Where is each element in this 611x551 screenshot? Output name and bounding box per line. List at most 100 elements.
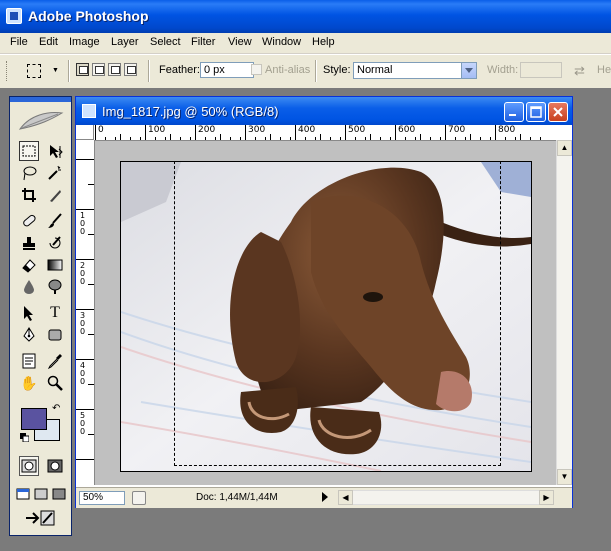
full-screen-mode-icon[interactable] [51,484,67,504]
width-label: Width: [487,64,519,76]
chevron-down-icon: ▼ [52,67,59,74]
menu-select[interactable]: Select [150,35,181,49]
ruler-x-label: 400 [298,125,316,135]
shape-tool-icon[interactable] [45,325,65,345]
antialias-checkbox[interactable] [251,64,262,75]
blur-tool-icon[interactable] [19,277,39,297]
crop-tool-icon[interactable] [19,185,39,205]
lasso-tool-icon[interactable] [19,163,39,183]
status-info-icon[interactable] [132,491,146,505]
status-bar: 50% Doc: 1,44M/1,44M ◀ ▶ [76,487,572,508]
standard-mode-icon[interactable] [19,456,39,476]
new-selection-button[interactable] [76,63,89,76]
foreground-color-swatch[interactable] [21,408,47,430]
close-button[interactable] [548,102,568,122]
vertical-ruler[interactable]: 1 0 0 2 0 0 3 0 0 4 0 0 5 0 0 [76,140,95,485]
ruler-x-label: 500 [348,125,366,135]
menu-file[interactable]: File [10,35,28,49]
zoom-input[interactable]: 50% [79,491,125,505]
feather-input[interactable]: 0 px [200,62,254,78]
dodge-tool-icon[interactable] [45,277,65,297]
divider [315,60,317,82]
menu-filter[interactable]: Filter [191,35,215,49]
menu-view[interactable]: View [228,35,252,49]
menu-edit[interactable]: Edit [39,35,58,49]
document-window: Img_1817.jpg @ 50% (RGB/8) 0 100 200 300… [75,96,573,508]
status-menu-arrow-icon[interactable] [322,492,328,502]
horizontal-ruler[interactable]: 0 100 200 300 400 500 600 700 800 [94,125,572,141]
divider [148,60,150,82]
style-select[interactable]: Normal [353,62,477,79]
jump-to-imageready-icon[interactable] [22,508,58,528]
path-selection-icon[interactable] [19,303,39,323]
scroll-up-icon[interactable]: ▲ [557,140,572,156]
feather-logo-icon[interactable] [18,109,64,133]
healing-brush-icon[interactable] [19,211,39,231]
canvas-area[interactable] [95,141,556,485]
menu-layer[interactable]: Layer [111,35,139,49]
eyedropper-icon[interactable] [45,351,65,371]
document-icon [82,104,96,118]
intersect-selection-button[interactable] [124,63,137,76]
style-label: Style: [323,64,351,76]
ruler-y-label: 4 0 0 [80,361,86,386]
zoom-tool-icon[interactable] [45,373,65,393]
tool-preset-picker[interactable]: ▼ [22,61,59,81]
options-grip[interactable] [6,61,10,81]
scroll-down-icon[interactable]: ▼ [557,469,572,485]
scroll-right-icon[interactable]: ▶ [539,490,554,505]
swap-colors-icon[interactable]: ↶ [52,403,60,414]
standard-screen-mode-icon[interactable] [15,484,31,504]
brush-tool-icon[interactable] [45,211,65,231]
options-bar: ▼ Feather: 0 px Anti-alias Style: Normal… [0,54,611,89]
magic-wand-icon[interactable] [45,163,65,183]
ruler-y-label: 2 0 0 [80,261,86,286]
antialias-label: Anti-alias [265,64,311,76]
height-label: He [597,64,611,76]
document-size-info: Doc: 1,44M/1,44M [196,492,278,503]
default-colors-icon[interactable] [20,433,29,442]
gradient-tool-icon[interactable] [45,255,65,275]
ruler-x-label: 800 [498,125,516,135]
width-input[interactable] [520,62,562,78]
pen-tool-icon[interactable] [19,325,39,345]
toolbox-title-bar[interactable] [10,97,71,102]
hand-tool-icon[interactable]: ✋ [19,373,39,393]
ruler-y-label: 5 0 0 [80,411,86,436]
ruler-y-label: 1 0 0 [80,211,86,236]
notes-tool-icon[interactable] [19,351,39,371]
selection-marquee[interactable] [174,161,501,466]
menu-image[interactable]: Image [69,35,100,49]
slice-tool-icon[interactable] [45,185,65,205]
subtract-from-selection-button[interactable] [108,63,121,76]
menu-bar: File Edit Image Layer Select Filter View… [0,33,611,54]
swap-width-height-icon[interactable]: ⇄ [574,63,585,79]
chevron-down-icon [461,63,476,78]
vertical-scrollbar[interactable]: ▲ ▼ [556,140,572,485]
app-title-bar[interactable]: Adobe Photoshop [0,0,611,33]
move-tool-icon[interactable] [45,141,65,161]
divider [68,60,70,82]
marquee-tool-icon[interactable] [19,141,39,161]
maximize-button[interactable] [526,102,546,122]
ruler-x-label: 100 [148,125,166,135]
rectangular-marquee-icon [27,64,41,78]
clone-stamp-icon[interactable] [19,233,39,253]
type-tool-icon[interactable]: T [45,303,65,323]
eraser-tool-icon[interactable] [19,255,39,275]
menu-help[interactable]: Help [312,35,335,49]
horizontal-scrollbar[interactable]: ◀ ▶ [338,490,554,505]
scroll-left-icon[interactable]: ◀ [338,490,353,505]
style-select-value: Normal [357,64,393,76]
add-to-selection-button[interactable] [92,63,105,76]
quick-mask-mode-icon[interactable] [45,456,65,476]
document-title-bar[interactable]: Img_1817.jpg @ 50% (RGB/8) [76,97,572,125]
ruler-x-label: 300 [248,125,266,135]
history-brush-icon[interactable] [45,233,65,253]
ruler-x-label: 700 [448,125,466,135]
ruler-origin[interactable] [76,125,94,140]
menu-window[interactable]: Window [262,35,301,49]
photoshop-app-icon [6,8,22,24]
full-screen-menu-mode-icon[interactable] [33,484,49,504]
minimize-button[interactable] [504,102,524,122]
